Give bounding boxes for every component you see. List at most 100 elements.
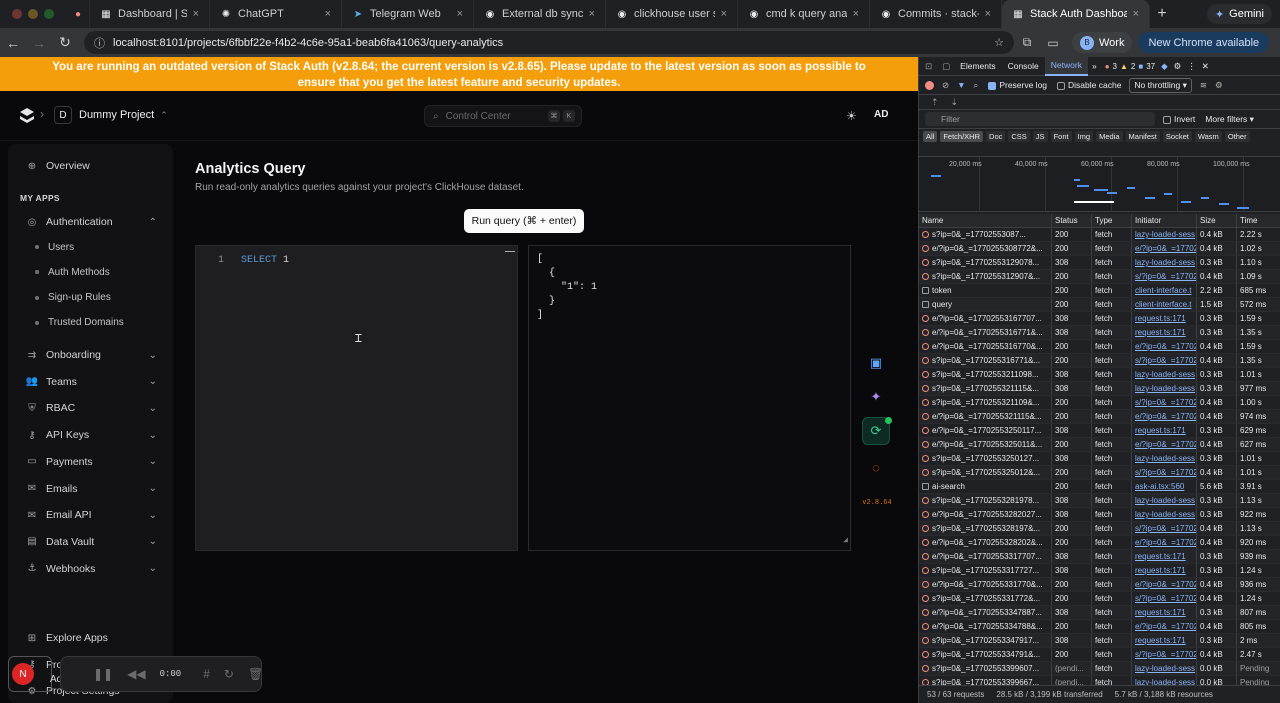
- network-request-row[interactable]: e/?ip=0&_=1770255334788&... 200 fetch e/?ip…: [919, 620, 1280, 634]
- clear-log-icon[interactable]: ⊘: [942, 80, 949, 91]
- sidebar-item-explore-apps[interactable]: ⊞ Explore Apps: [8, 627, 173, 649]
- forward-button[interactable]: →: [26, 35, 52, 51]
- more-options-icon[interactable]: ⋮: [1187, 61, 1196, 72]
- back-button[interactable]: ←: [0, 35, 26, 51]
- window-control-icon[interactable]: [28, 9, 38, 19]
- search-network-icon[interactable]: ⌕: [974, 80, 979, 91]
- more-filters-dropdown[interactable]: More filters ▾: [1205, 114, 1254, 125]
- network-request-row[interactable]: s?ip=0&_=17702553347917... 308 fetch reques…: [919, 634, 1280, 648]
- browser-tab[interactable]: ✺ ChatGPT ×: [210, 0, 342, 28]
- filter-type-socket[interactable]: Socket: [1162, 131, 1192, 142]
- resize-handle-icon[interactable]: ◢: [843, 534, 848, 548]
- close-tab-icon[interactable]: ×: [325, 8, 331, 20]
- network-request-row[interactable]: e/?ip=0&_=17702553317707... 308 fetch reque…: [919, 550, 1280, 564]
- network-request-row[interactable]: s?ip=0&_=1770255328197&... 200 fetch s/?ip=…: [919, 522, 1280, 536]
- column-header-name[interactable]: Name: [919, 214, 1052, 227]
- window-control-icon[interactable]: [12, 9, 22, 19]
- filter-type-js[interactable]: JS: [1032, 131, 1048, 142]
- filter-type-img[interactable]: Img: [1074, 131, 1094, 142]
- close-tab-icon[interactable]: ×: [985, 8, 991, 20]
- stack-auth-logo-icon[interactable]: [18, 107, 36, 125]
- settings-gear-icon[interactable]: ⚙: [1174, 61, 1182, 72]
- url-omnibox[interactable]: ⓘ localhost:8101/projects/6fbbf22e-f4b2-…: [84, 31, 1014, 54]
- query-code[interactable]: SELECT 1: [241, 255, 289, 266]
- network-request-row[interactable]: s?ip=0&_=1770255321115&... 308 fetch lazy-l…: [919, 382, 1280, 396]
- filter-type-css[interactable]: CSS: [1008, 131, 1030, 142]
- bookmark-star-icon[interactable]: ☆: [994, 36, 1004, 49]
- network-request-row[interactable]: e/?ip=0&_=1770255316770&... 200 fetch e/?ip…: [919, 340, 1280, 354]
- network-request-row[interactable]: e/?ip=0&_=1770255308772&... 200 fetch e/?ip…: [919, 242, 1280, 256]
- close-tab-icon[interactable]: ×: [193, 8, 199, 20]
- sidebar-item-api-keys[interactable]: ⚷ API Keys ⌄: [8, 424, 173, 446]
- site-info-icon[interactable]: ⓘ: [94, 35, 105, 51]
- sidebar-subitem-trusted-domains[interactable]: Trusted Domains: [8, 313, 124, 333]
- network-timeline-overview[interactable]: 20,000 ms 40,000 ms 60,000 ms 80,000 ms 100,…: [919, 157, 1280, 212]
- network-request-row[interactable]: query 200 fetch client-interface.t 1.5 kB 572…: [919, 298, 1280, 312]
- close-tab-icon[interactable]: ×: [457, 8, 463, 20]
- theme-toggle-sun-icon[interactable]: ☀: [846, 109, 857, 123]
- devtools-dock-icon[interactable]: ⊡: [919, 61, 938, 72]
- column-header-size[interactable]: Size: [1197, 214, 1237, 227]
- close-devtools-icon[interactable]: ✕: [1202, 61, 1209, 72]
- network-request-row[interactable]: s?ip=0&_=17702553317727... 308 fetch reques…: [919, 564, 1280, 578]
- network-request-row[interactable]: s?ip=0&_=1770255316771&... 200 fetch s/?ip=…: [919, 354, 1280, 368]
- network-request-row[interactable]: e/?ip=0&_=1770255325011&... 200 fetch e/?ip…: [919, 438, 1280, 452]
- tab-console[interactable]: Console: [1002, 57, 1045, 76]
- browser-tab[interactable]: ◉ Commits · stack-auth/ ×: [870, 0, 1002, 28]
- filter-funnel-icon[interactable]: ▼: [957, 80, 965, 90]
- new-chrome-available-button[interactable]: New Chrome available: [1138, 32, 1270, 53]
- network-request-row[interactable]: token 200 fetch client-interface.t 2.2 kB 685…: [919, 284, 1280, 298]
- export-har-icon[interactable]: ⇣: [951, 97, 959, 108]
- sidebar-item-payments[interactable]: ▭ Payments ⌄: [8, 451, 173, 473]
- filter-type-manifest[interactable]: Manifest: [1125, 131, 1160, 142]
- column-header-status[interactable]: Status: [1052, 214, 1092, 227]
- reload-button[interactable]: ↻: [52, 34, 78, 51]
- sidebar-item-overview[interactable]: ⊕ Overview: [8, 155, 173, 177]
- filter-type-fetchxhr[interactable]: Fetch/XHR: [940, 131, 984, 142]
- network-request-row[interactable]: e/?ip=0&_=1770255316771&... 308 fetch reque…: [919, 326, 1280, 340]
- close-tab-icon[interactable]: ×: [589, 8, 595, 20]
- browser-tab[interactable]: ◉ External db sync by aa ×: [474, 0, 606, 28]
- column-header-type[interactable]: Type: [1092, 214, 1132, 227]
- ai-assist-icon[interactable]: ◆: [1161, 61, 1168, 72]
- ideas-lightbulb-icon[interactable]: ✦: [862, 383, 890, 411]
- tab-elements[interactable]: Elements: [954, 57, 1001, 76]
- filter-type-doc[interactable]: Doc: [986, 131, 1006, 142]
- network-request-row[interactable]: e/?ip=0&_=17702553167707... 308 fetch reque…: [919, 312, 1280, 326]
- network-conditions-icon[interactable]: ≋: [1200, 80, 1207, 91]
- sidebar-subitem-sign-up-rules[interactable]: Sign-up Rules: [8, 288, 111, 308]
- filter-type-font[interactable]: Font: [1050, 131, 1072, 142]
- sidebar-item-emails[interactable]: ✉ Emails ⌄: [8, 478, 173, 500]
- filter-type-all[interactable]: All: [923, 131, 938, 142]
- browser-tab[interactable]: ▦ Dashboard | Stack Auth ×: [90, 0, 210, 28]
- issue-counts[interactable]: ● 3 ▲ 2 ■ 37: [1105, 62, 1155, 71]
- network-request-row[interactable]: e/?ip=0&_=17702553282027... 308 fetch lazy-…: [919, 508, 1280, 522]
- pause-icon[interactable]: ❚❚: [93, 667, 113, 681]
- browser-tab[interactable]: ●: [62, 0, 90, 28]
- network-request-row[interactable]: s?ip=0&_=17702553087... 200 fetch lazy-load…: [919, 228, 1280, 242]
- network-request-row[interactable]: s?ip=0&_=1770255312907&... 200 fetch s/?ip=…: [919, 270, 1280, 284]
- new-tab-icon[interactable]: +: [1150, 5, 1174, 23]
- user-avatar[interactable]: AD: [874, 109, 888, 120]
- sidebar-item-data-vault[interactable]: ▤ Data Vault ⌄: [8, 531, 173, 553]
- profile-chip[interactable]: B Work: [1072, 32, 1133, 53]
- network-request-row[interactable]: s?ip=0&_=17702553399607... (pendi... fetch…: [919, 662, 1280, 676]
- docs-book-icon[interactable]: ▣: [862, 349, 890, 377]
- preserve-log-checkbox[interactable]: Preserve log: [988, 80, 1047, 90]
- network-request-row[interactable]: e/?ip=0&_=1770255331770&... 200 fetch e/?ip…: [919, 578, 1280, 592]
- network-request-row[interactable]: s?ip=0&_=17702553129078... 308 fetch lazy-l…: [919, 256, 1280, 270]
- network-request-row[interactable]: s?ip=0&_=17702553281978... 308 fetch lazy-l…: [919, 494, 1280, 508]
- filter-type-wasm[interactable]: Wasm: [1194, 131, 1222, 142]
- invert-checkbox[interactable]: Invert: [1163, 114, 1195, 124]
- network-request-row[interactable]: e/?ip=0&_=1770255321115&... 200 fetch e/?ip…: [919, 410, 1280, 424]
- grid-icon[interactable]: #: [203, 667, 210, 681]
- run-query-button[interactable]: Run query (⌘ + enter): [464, 209, 584, 233]
- network-filter-input[interactable]: Filter: [925, 112, 1155, 126]
- restart-icon[interactable]: ↻: [224, 667, 234, 681]
- column-header-time[interactable]: Time: [1237, 214, 1280, 227]
- network-request-row[interactable]: s?ip=0&_=1770255325012&... 200 fetch s/?ip=…: [919, 466, 1280, 480]
- import-har-icon[interactable]: ⇡: [931, 97, 939, 108]
- network-request-row[interactable]: s?ip=0&_=17702553250127... 308 fetch lazy-l…: [919, 452, 1280, 466]
- close-tab-icon[interactable]: ×: [1133, 8, 1139, 20]
- sidebar-subitem-users[interactable]: Users: [8, 237, 74, 257]
